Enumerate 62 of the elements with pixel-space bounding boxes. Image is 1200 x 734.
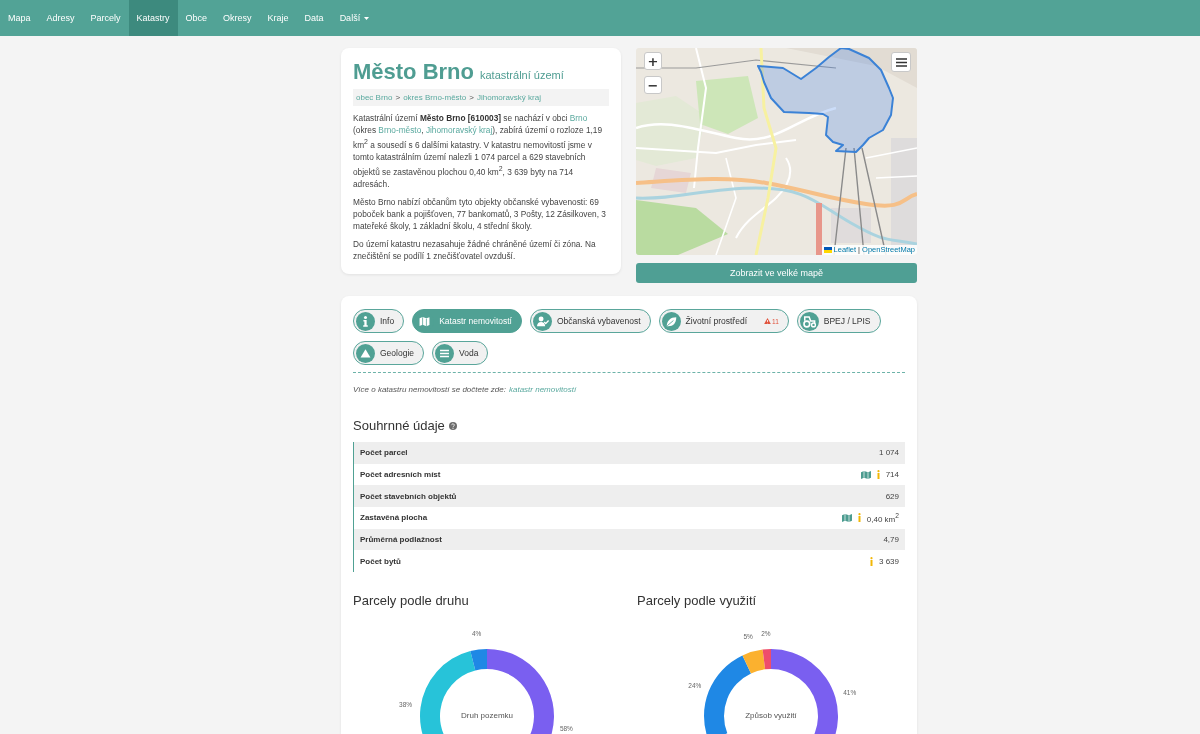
- row-value: 4,79: [883, 535, 899, 545]
- tab[interactable]: BPEJ / LPIS: [796, 309, 881, 333]
- nav-link[interactable]: Okresy: [215, 0, 260, 36]
- description-text: Katastrální území Město Brno [610003] se nachází v obci Brno (okres Brno-město, Jihomoravský kraj), zabírá území o rozloze 1,19 km$^{2}$ a sousedí s 6 dalšími katastry. V katastru nemovitostí jsme v tomto katastrálním území nalezli 1 074 parcel a 629 stavebních objektů se zastavěnou plochou 0,40 km$^{2}$, 3 639 byty na 714 adresách.: [353, 112, 604, 190]
- nav-link[interactable]: Adresy: [38, 0, 83, 36]
- map-icon[interactable]: [860, 470, 871, 479]
- row-label: Počet stavebních objektů: [360, 491, 458, 501]
- layers-button[interactable]: [891, 52, 911, 72]
- nav-link[interactable]: Další: [331, 0, 378, 36]
- lines-icon: [435, 343, 455, 363]
- row-value: 0,40 km$^{2}$: [866, 512, 899, 524]
- tab[interactable]: Geologie: [353, 341, 425, 365]
- help-icon: [448, 422, 457, 430]
- mountain-icon: [356, 343, 375, 363]
- breadcrumb-link[interactable]: okres Brno-město: [403, 92, 467, 103]
- row-value: 1 074: [878, 448, 899, 458]
- tab[interactable]: Katastr nemovitostí: [412, 309, 522, 333]
- nav-link[interactable]: Obce: [177, 0, 216, 36]
- text-link[interactable]: Jihomoravský kraj: [425, 125, 493, 135]
- note-link[interactable]: katastr nemovitostí: [508, 385, 577, 394]
- tractor-icon: [799, 311, 819, 331]
- row-label: Zastavěná plocha: [360, 513, 429, 523]
- row-value: 3 639: [878, 556, 899, 566]
- map-icon[interactable]: [841, 513, 852, 522]
- row-label: Počet parcel: [360, 448, 409, 458]
- warning-icon: [764, 318, 771, 324]
- row-label: Počet adresních míst: [360, 470, 442, 480]
- row-value: 714: [885, 470, 899, 480]
- nav-link[interactable]: Kraje: [259, 0, 297, 36]
- title-subtitle: katastrální území: [480, 69, 564, 81]
- chart-title: Parcely podle využití: [637, 593, 758, 610]
- info-icon: [356, 311, 375, 331]
- row-label: Průměrná podlažnost: [360, 535, 443, 545]
- description-text: Město Brno nabízí občanům tyto objekty občanské vybavenosti: 69 poboček bank a pojišťoven, 77 bankomatů, 3 Pošty, 12 Zásilkoven, 3 mateřeké školy, 1 základní školu, 4 střední školy.: [353, 195, 607, 232]
- breadcrumb-link[interactable]: Jihomoravský kraj: [476, 92, 541, 103]
- tab[interactable]: Info: [353, 309, 405, 333]
- show-large-map-button[interactable]: Zobrazit ve velké mapě: [636, 263, 917, 283]
- chart-center-label: Způsob využití: [745, 711, 797, 721]
- breadcrumb-link[interactable]: obec Brno: [356, 92, 393, 103]
- nav-link[interactable]: Data: [296, 0, 332, 36]
- nav-link[interactable]: Katastry: [128, 0, 178, 36]
- tab[interactable]: Voda: [432, 341, 489, 365]
- row-label: Počet bytů: [360, 556, 402, 566]
- text-link[interactable]: Brno: [569, 113, 588, 123]
- zoom-in-button[interactable]: +: [644, 52, 662, 70]
- breadcrumb-separator: >: [469, 92, 474, 103]
- row-value: 629: [885, 491, 899, 501]
- chart-center-label: Druh pozemku: [461, 711, 513, 721]
- chart-title: Parcely podle druhu: [353, 593, 470, 610]
- section-title: Souhrnné údaje: [353, 418, 445, 434]
- nav-link[interactable]: Mapa: [0, 0, 39, 36]
- menu-icon: [895, 57, 907, 67]
- note-text: Více o katastru nemovitostí se dočtete zde: katastr nemovitostí: [353, 384, 578, 396]
- flag-icon: [823, 247, 832, 253]
- zoom-out-button[interactable]: −: [644, 76, 662, 94]
- breadcrumb-separator: >: [395, 92, 401, 103]
- nav-link[interactable]: Parcely: [82, 0, 129, 36]
- page-title: Město Brno: [353, 58, 474, 86]
- user-check-icon: [532, 311, 552, 331]
- description-text: Do území katastru nezasahuje žádné chráněné území či zóna. Na znečištění se podílí 1 znečišťovatel ovzduší.: [353, 237, 597, 262]
- leaf-icon: [661, 311, 681, 331]
- tab[interactable]: Občanská vybavenost: [529, 309, 651, 333]
